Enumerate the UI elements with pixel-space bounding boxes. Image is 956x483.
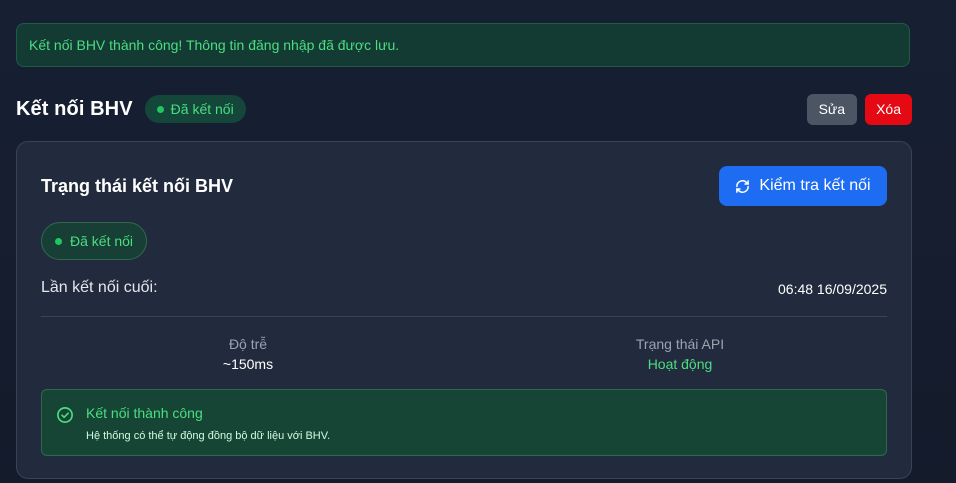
success-description: Hệ thống có thể tự động đồng bộ dữ liệu … [86,430,331,442]
card-title: Trạng thái kết nối BHV [41,176,234,196]
status-badge: Đã kết nối [144,95,246,123]
latency-stat: Độ trễ ~150ms [98,335,398,373]
success-alert: Kết nối BHV thành công! Thông tin đăng n… [16,23,910,67]
card-status-badge: Đã kết nối [41,222,148,260]
page: Kết nối BHV thành công! Thông tin đăng n… [0,0,956,483]
divider [41,316,887,317]
latency-value: ~150ms [222,356,274,372]
card-status-badge-label: Đã kết nối [70,233,134,249]
header-actions: Sửa Xóa [806,93,912,125]
success-alert-message: Kết nối BHV thành công! Thông tin đăng n… [29,37,400,53]
api-status-stat: Trạng thái API Hoạt động [530,335,830,373]
status-dot-icon [55,237,62,245]
last-connection-label: Lần kết nối cuối: [41,279,158,296]
api-status-label: Trạng thái API [635,336,725,352]
success-message-box: Kết nối thành công Hệ thống có thể tự độ… [41,389,887,456]
status-dot-icon [156,105,164,113]
check-connection-button[interactable]: Kiểm tra kết nối [719,166,887,206]
last-connection-value: 06:48 16/09/2025 [778,281,887,297]
check-circle-icon [57,407,73,423]
check-connection-label: Kiểm tra kết nối [759,177,871,194]
edit-button[interactable]: Sửa [806,93,858,125]
page-title: Kết nối BHV [16,97,133,120]
api-status-value: Hoạt động [647,356,713,372]
delete-button[interactable]: Xóa [865,93,912,125]
status-badge-label: Đã kết nối [170,101,234,117]
header-row: Kết nối BHV Đã kết nối Sửa Xóa [16,93,912,125]
refresh-icon [736,179,750,193]
success-title: Kết nối thành công [86,405,203,421]
connection-status-card: Trạng thái kết nối BHV Kiểm tra kết nối … [16,141,912,479]
latency-label: Độ trễ [228,336,268,352]
